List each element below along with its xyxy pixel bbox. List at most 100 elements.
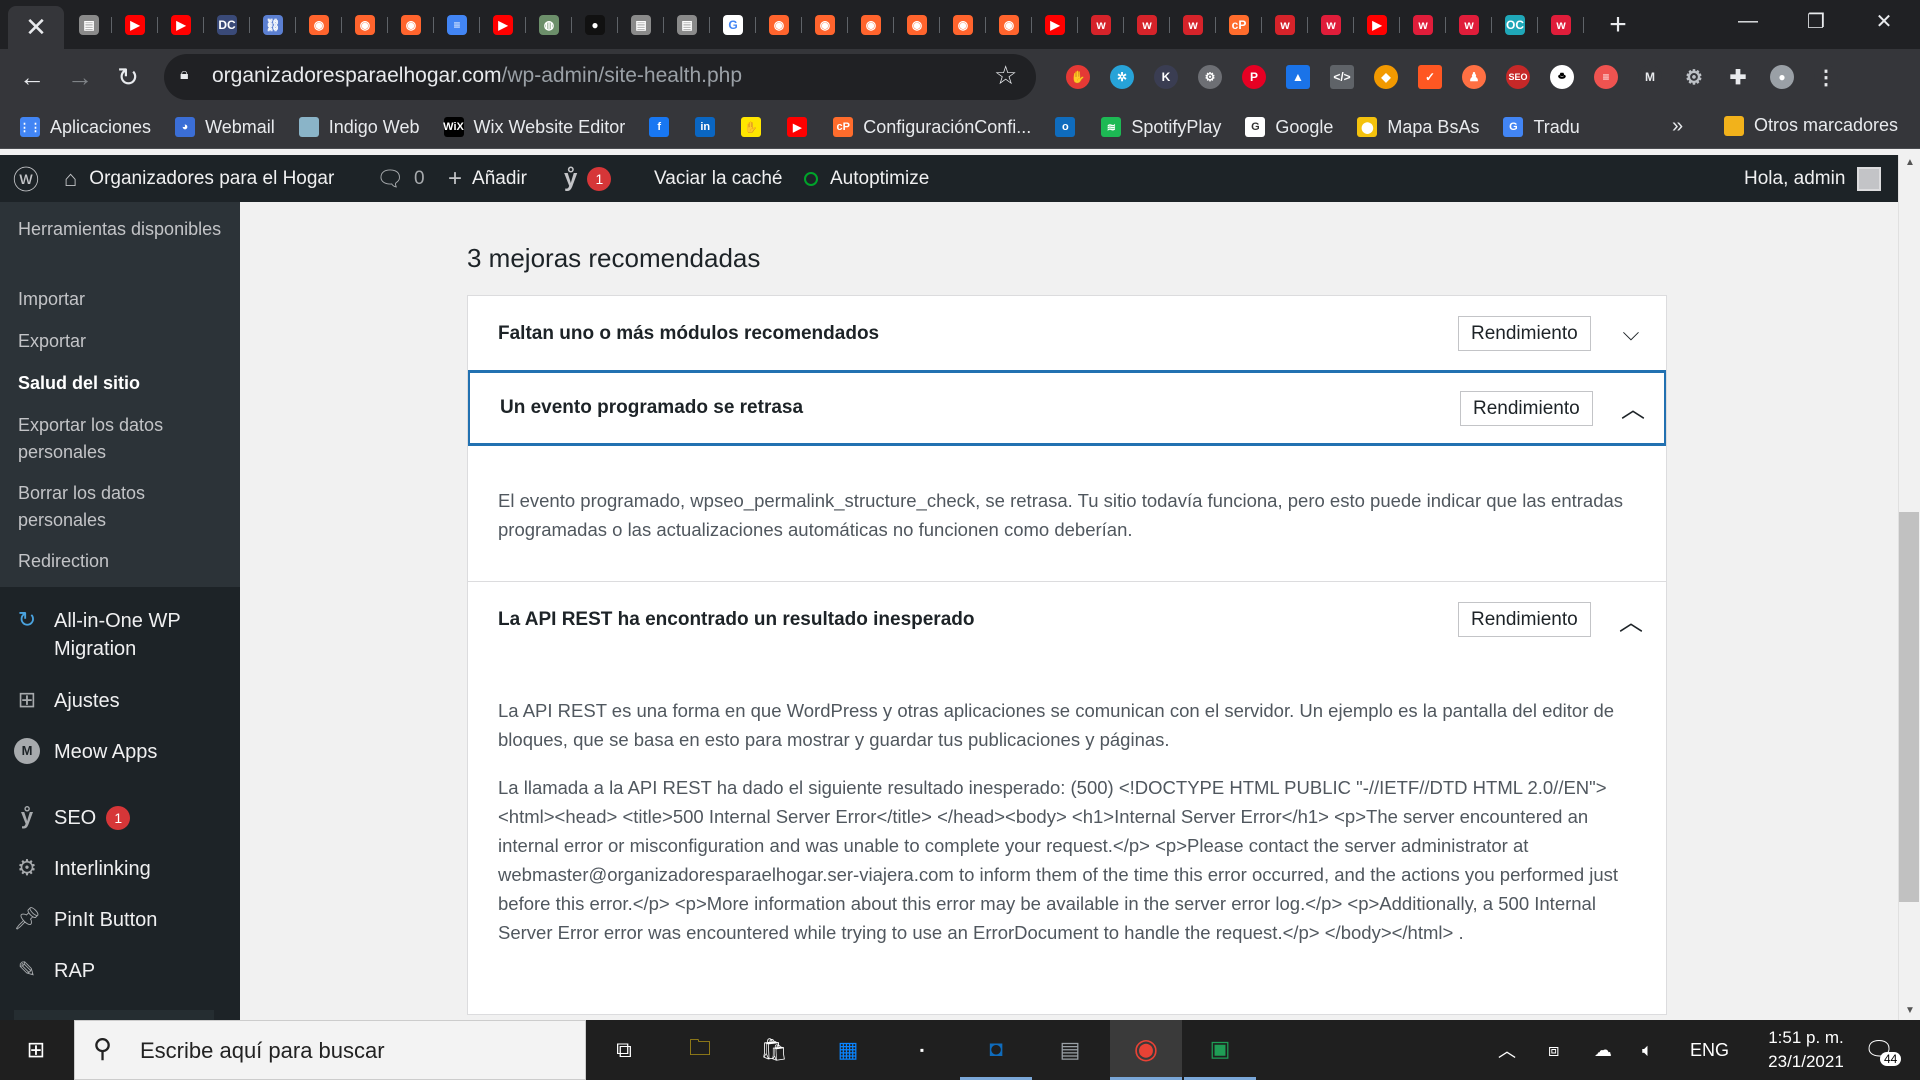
browser-tab[interactable]: ◉ xyxy=(388,6,434,44)
browser-tab[interactable]: ◉ xyxy=(848,6,894,44)
chevron-up-icon[interactable]: ︿ xyxy=(1618,391,1648,423)
scroll-down-icon[interactable]: ▼ xyxy=(1905,1005,1915,1016)
browser-tab[interactable]: w xyxy=(1078,6,1124,44)
app-icon[interactable]: ▪ xyxy=(886,1020,958,1080)
store-icon[interactable]: 🛍︎ xyxy=(738,1020,810,1080)
extension-hat-icon[interactable]: 🎩︎ xyxy=(1540,59,1584,95)
device-icon[interactable]: ⧈ xyxy=(1548,1020,1559,1080)
browser-tab[interactable]: ◉ xyxy=(802,6,848,44)
browser-tab[interactable]: ● xyxy=(572,6,618,44)
comments-link[interactable]: 🗨︎ 0 xyxy=(376,155,425,202)
extension-person-icon[interactable]: ♟ xyxy=(1452,59,1496,95)
menu-pinit-button[interactable]: 📌︎ PinIt Button xyxy=(13,906,157,934)
issue-missing-modules[interactable]: Faltan uno o más módulos recomendados Re… xyxy=(468,296,1666,371)
minimize-window-button[interactable]: — xyxy=(1720,4,1776,38)
volume-icon[interactable]: 🔈︎ xyxy=(1642,1020,1653,1080)
menu-seo[interactable]: ẙ SEO 1 xyxy=(14,804,131,832)
bookmark-item[interactable]: Indigo Web xyxy=(298,117,420,138)
menu-settings[interactable]: ⊞ Ajustes xyxy=(14,687,120,715)
browser-tab[interactable]: ◉ xyxy=(894,6,940,44)
browser-tab[interactable]: ▤ xyxy=(664,6,710,44)
bookmark-item[interactable]: ≋ SpotifyPlay xyxy=(1101,117,1221,138)
submenu-export-personal-data[interactable]: Exportar los datos personales xyxy=(18,412,228,466)
calendar-icon[interactable]: ▦ xyxy=(812,1020,884,1080)
forward-button[interactable]: → xyxy=(62,59,98,95)
submenu-import[interactable]: Importar xyxy=(18,286,228,313)
browser-tab[interactable]: w xyxy=(1446,6,1492,44)
onedrive-icon[interactable]: ☁ xyxy=(1594,1020,1612,1080)
browser-tab[interactable]: ▤ xyxy=(618,6,664,44)
browser-tab[interactable]: OC xyxy=(1492,6,1538,44)
site-name-link[interactable]: ⌂ Organizadores para el Hogar xyxy=(64,155,334,202)
browser-tab[interactable]: ▶ xyxy=(1032,6,1078,44)
chrome-icon[interactable]: ◉ xyxy=(1110,1020,1182,1080)
extension-drive-icon[interactable]: ▲ xyxy=(1276,59,1320,95)
menu-rap[interactable]: ✎ RAP xyxy=(14,957,95,985)
browser-tab[interactable]: ◉ xyxy=(986,6,1032,44)
extension-html-icon[interactable]: ✓ xyxy=(1408,59,1452,95)
clear-cache-link[interactable]: Vaciar la caché xyxy=(654,155,783,202)
yoast-menu[interactable]: ẙ 1 xyxy=(564,155,612,202)
clock[interactable]: 1:51 p. m. 23/1/2021 xyxy=(1748,1026,1864,1074)
extension-gear-icon[interactable]: ✲ xyxy=(1100,59,1144,95)
menu-interlinking[interactable]: ⚙ Interlinking xyxy=(14,855,151,883)
scrollbar-thumb[interactable] xyxy=(1899,512,1919,902)
bookmark-item[interactable]: ⋮⋮ Aplicaciones xyxy=(19,117,151,138)
browser-menu-icon[interactable]: ⋮ xyxy=(1804,59,1848,95)
browser-tab[interactable]: ▤ xyxy=(66,6,112,44)
submenu-erase-personal-data[interactable]: Borrar los datos personales xyxy=(18,480,228,534)
bookmark-item[interactable]: f xyxy=(649,117,679,137)
back-button[interactable]: ← xyxy=(14,59,50,95)
browser-tab[interactable]: w xyxy=(1124,6,1170,44)
extension-hubspot-icon[interactable]: ⚙ xyxy=(1188,59,1232,95)
chevron-up-icon[interactable]: ︿ xyxy=(1616,604,1646,636)
browser-tab[interactable]: w xyxy=(1538,6,1584,44)
browser-tab[interactable]: ◉ xyxy=(296,6,342,44)
excel-icon[interactable]: ▣ xyxy=(1184,1020,1256,1080)
other-bookmarks-folder[interactable]: Otros marcadores xyxy=(1724,115,1898,136)
extension-m-icon[interactable]: M xyxy=(1628,59,1672,95)
file-explorer-icon[interactable]: 🗀︎ xyxy=(664,1020,736,1080)
submenu-redirection[interactable]: Redirection xyxy=(18,548,228,575)
extension-code-icon[interactable]: </> xyxy=(1320,59,1364,95)
browser-tab[interactable]: DC xyxy=(204,6,250,44)
extensions-puzzle-icon[interactable]: ✚ xyxy=(1716,59,1760,95)
bookmark-item[interactable]: G Tradu xyxy=(1503,117,1580,138)
extension-seo-icon[interactable]: SEO xyxy=(1496,59,1540,95)
browser-tab[interactable]: w xyxy=(1170,6,1216,44)
taskbar-search[interactable]: ⚲ Escribe aquí para buscar xyxy=(74,1020,586,1080)
add-new-link[interactable]: + Añadir xyxy=(448,155,527,202)
browser-tab[interactable]: ▶ xyxy=(112,6,158,44)
browser-tab[interactable]: ▶ xyxy=(480,6,526,44)
bookmark-item[interactable]: o xyxy=(1055,117,1085,137)
task-view-icon[interactable]: ⧉ xyxy=(588,1020,660,1080)
profile-avatar-icon[interactable]: ● xyxy=(1760,59,1804,95)
collapse-menu-partial[interactable] xyxy=(14,1010,214,1020)
bookmark-item[interactable]: G Google xyxy=(1245,117,1333,138)
submenu-site-health[interactable]: Salud del sitio xyxy=(18,370,228,397)
bookmark-item[interactable]: ▶ xyxy=(787,117,817,137)
bookmark-item[interactable]: WiX Wix Website Editor xyxy=(443,117,625,138)
extension-list-icon[interactable]: ≡ xyxy=(1584,59,1628,95)
show-hidden-icons[interactable]: ︿ xyxy=(1498,1020,1516,1080)
url-text[interactable]: organizadoresparaelhogar.com/wp-admin/si… xyxy=(212,64,742,88)
issue-rest-api-unexpected[interactable]: La API REST ha encontrado un resultado i… xyxy=(468,582,1666,657)
browser-tab[interactable]: ▶ xyxy=(158,6,204,44)
address-bar[interactable]: 🔒︎ organizadoresparaelhogar.com/wp-admin… xyxy=(164,54,1036,100)
windows-start-icon[interactable]: ⊞ xyxy=(0,1020,72,1080)
language-indicator[interactable]: ENG xyxy=(1690,1020,1729,1080)
bookmark-item[interactable]: ✋ xyxy=(741,117,771,137)
notifications-icon[interactable]: 🗨︎ 44 xyxy=(1864,1020,1902,1080)
submenu-available-tools[interactable]: Herramientas disponibles xyxy=(18,216,228,243)
outlook-icon[interactable]: ◘ xyxy=(960,1020,1032,1080)
autoptimize-menu[interactable]: Autoptimize xyxy=(804,155,929,202)
extension-k-icon[interactable]: K xyxy=(1144,59,1188,95)
bookmark-item[interactable]: in xyxy=(695,117,725,137)
wordpress-logo-icon[interactable]: ⓦ xyxy=(10,155,42,202)
scroll-up-icon[interactable]: ▲ xyxy=(1905,157,1915,168)
browser-tab[interactable]: w xyxy=(1400,6,1446,44)
bookmark-item[interactable]: ⬤ Mapa BsAs xyxy=(1357,117,1479,138)
browser-tab[interactable]: G xyxy=(710,6,756,44)
bookmark-star-icon[interactable]: ☆ xyxy=(994,60,1017,91)
browser-tab[interactable]: ◉ xyxy=(940,6,986,44)
